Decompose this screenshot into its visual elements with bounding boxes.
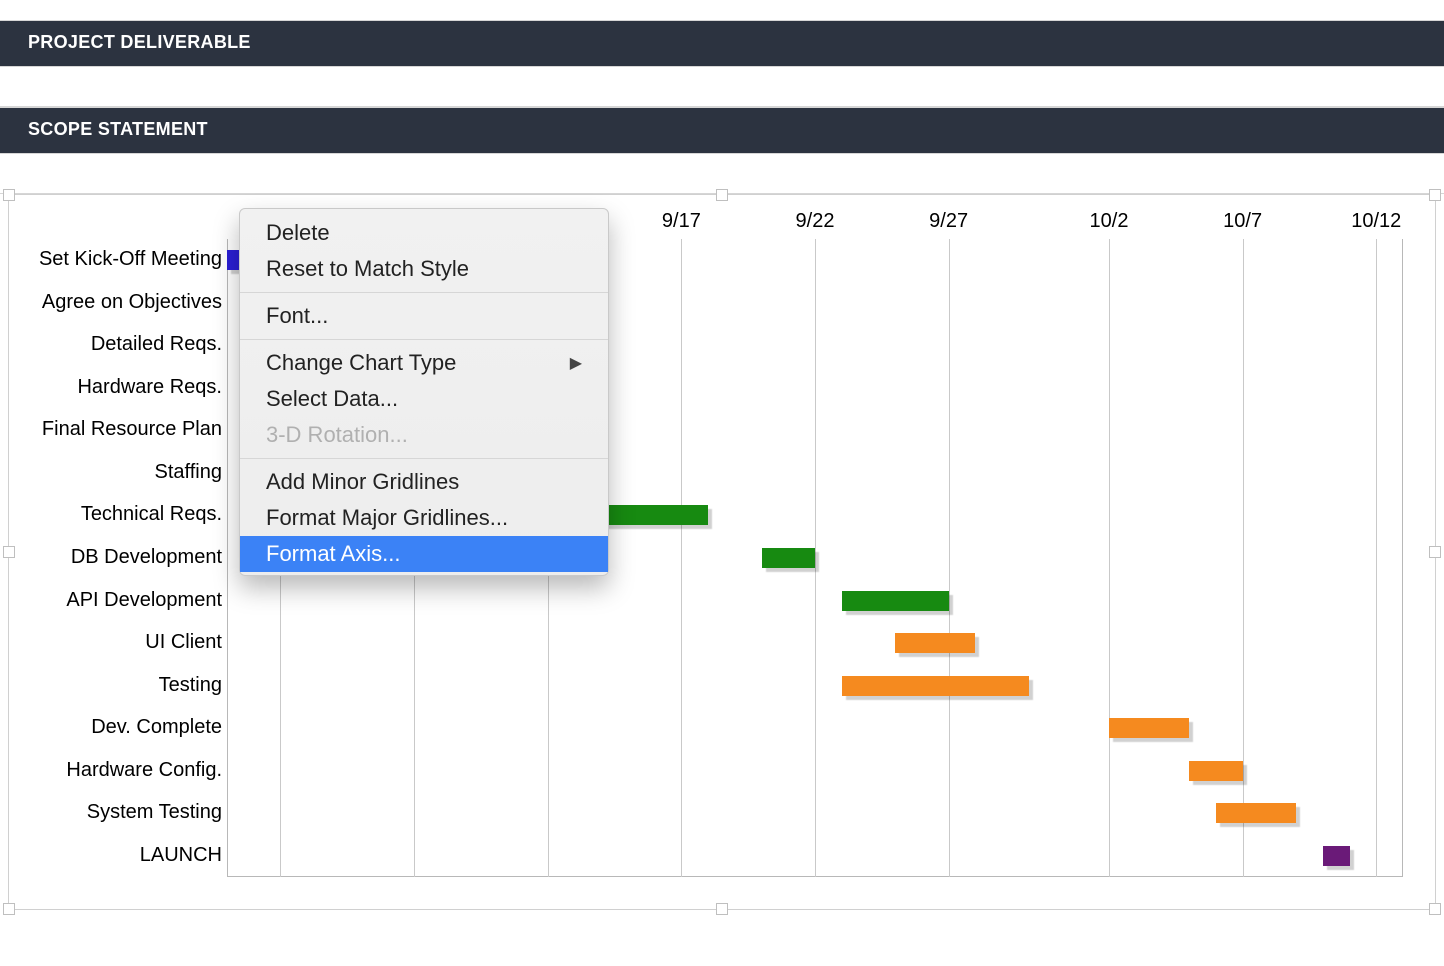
major-gridline: [1109, 239, 1110, 877]
section-header-label: SCOPE STATEMENT: [28, 119, 208, 139]
ctx-item-label: 3-D Rotation...: [266, 422, 408, 448]
y-category-label: Staffing: [155, 461, 222, 484]
y-category-label: Final Resource Plan: [42, 418, 222, 441]
ctx-item-label: Reset to Match Style: [266, 256, 469, 282]
x-tick-label: 9/17: [662, 210, 701, 233]
major-gridline: [949, 239, 950, 877]
y-category-label: Detailed Reqs.: [91, 333, 222, 356]
selection-handle[interactable]: [3, 546, 15, 558]
ctx-format-axis[interactable]: Format Axis...: [240, 536, 608, 572]
ctx-separator: [240, 339, 608, 340]
gantt-chart-plot[interactable]: 9/29/79/129/179/229/2710/210/710/12Set K…: [27, 207, 1403, 877]
ctx-item-label: Format Major Gridlines...: [266, 505, 508, 531]
x-tick-label: 9/27: [929, 210, 968, 233]
y-category-label: System Testing: [87, 801, 222, 824]
project-deliverable-cell[interactable]: [0, 67, 1444, 107]
y-category-label: Hardware Config.: [66, 759, 222, 782]
ctx-item-label: Add Minor Gridlines: [266, 469, 459, 495]
selection-handle[interactable]: [716, 903, 728, 915]
gantt-bar[interactable]: [1323, 846, 1350, 866]
ctx-item-label: Select Data...: [266, 386, 398, 412]
section-header-project-deliverable: PROJECT DELIVERABLE: [0, 20, 1444, 67]
gantt-bar[interactable]: [762, 548, 815, 568]
x-tick-label: 10/12: [1351, 210, 1401, 233]
ctx-change-chart-type[interactable]: Change Chart Type ▶: [240, 345, 608, 381]
context-menu: Delete Reset to Match Style Font... Chan…: [239, 208, 609, 576]
ctx-delete[interactable]: Delete: [240, 215, 608, 251]
gantt-bar[interactable]: [1109, 718, 1189, 738]
ctx-format-major-gridlines[interactable]: Format Major Gridlines...: [240, 500, 608, 536]
gantt-bar[interactable]: [895, 633, 975, 653]
ctx-reset-style[interactable]: Reset to Match Style: [240, 251, 608, 287]
gantt-bar[interactable]: [1216, 803, 1296, 823]
selection-handle[interactable]: [3, 903, 15, 915]
selection-handle[interactable]: [1429, 189, 1441, 201]
ctx-separator: [240, 458, 608, 459]
ctx-item-label: Change Chart Type: [266, 350, 456, 376]
section-header-label: PROJECT DELIVERABLE: [28, 32, 251, 52]
gantt-bar[interactable]: [842, 676, 1029, 696]
y-category-label: LAUNCH: [140, 844, 222, 867]
selection-handle[interactable]: [1429, 546, 1441, 558]
y-category-label: DB Development: [71, 546, 222, 569]
ctx-item-label: Format Axis...: [266, 541, 400, 567]
section-header-scope-statement: SCOPE STATEMENT: [0, 107, 1444, 154]
ctx-select-data[interactable]: Select Data...: [240, 381, 608, 417]
gantt-chart-object[interactable]: 9/29/79/129/179/229/2710/210/710/12Set K…: [8, 194, 1436, 910]
y-category-label: Technical Reqs.: [81, 503, 222, 526]
y-category-label: Hardware Reqs.: [77, 376, 222, 399]
scope-statement-cell[interactable]: [0, 154, 1444, 194]
ctx-item-label: Font...: [266, 303, 328, 329]
y-category-label: API Development: [66, 589, 222, 612]
selection-handle[interactable]: [3, 189, 15, 201]
ctx-item-label: Delete: [266, 220, 330, 246]
y-category-label: Set Kick-Off Meeting: [39, 248, 222, 271]
x-tick-label: 9/22: [796, 210, 835, 233]
gantt-bar[interactable]: [842, 591, 949, 611]
y-category-label: Testing: [159, 674, 222, 697]
major-gridline: [1376, 239, 1377, 877]
x-tick-label: 10/2: [1090, 210, 1129, 233]
selection-handle[interactable]: [1429, 903, 1441, 915]
ctx-separator: [240, 292, 608, 293]
ctx-add-minor-gridlines[interactable]: Add Minor Gridlines: [240, 464, 608, 500]
y-category-label: UI Client: [145, 631, 222, 654]
major-gridline: [681, 239, 682, 877]
y-category-label: Dev. Complete: [91, 716, 222, 739]
y-category-label: Agree on Objectives: [42, 291, 222, 314]
selection-handle[interactable]: [716, 189, 728, 201]
x-tick-label: 10/7: [1223, 210, 1262, 233]
ctx-3d-rotation: 3-D Rotation...: [240, 417, 608, 453]
gantt-bar[interactable]: [1189, 761, 1242, 781]
ctx-font[interactable]: Font...: [240, 298, 608, 334]
submenu-arrow-icon: ▶: [570, 353, 582, 373]
